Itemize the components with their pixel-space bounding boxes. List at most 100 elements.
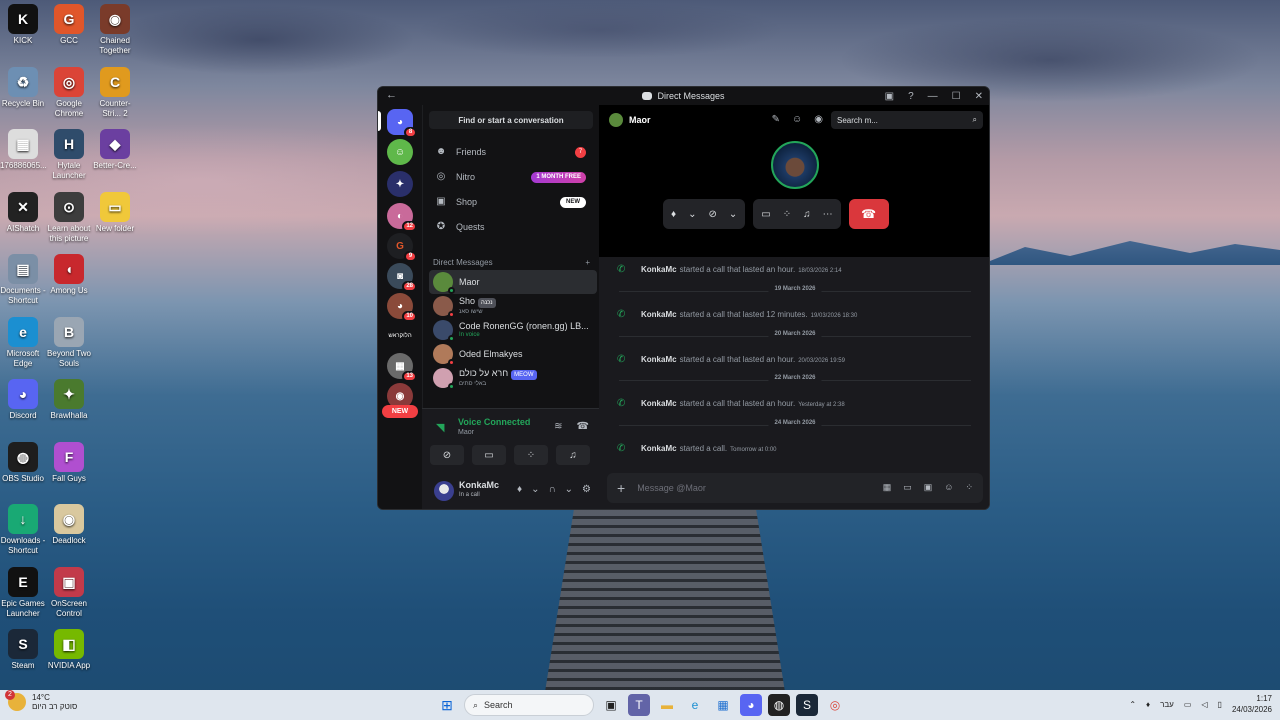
file-explorer-icon[interactable]: ▬	[656, 694, 678, 716]
more-options-icon[interactable]: ⋯	[823, 209, 833, 220]
desktop-icon[interactable]: ▭ New folder	[92, 191, 138, 234]
dm-list-item[interactable]: חרא על כולם MEOW באלי סתים	[429, 366, 597, 390]
search-input[interactable]: Search m... ⌕	[831, 111, 983, 129]
desktop-icon[interactable]: ◧ NVIDIA App	[46, 629, 92, 671]
screen-share-icon[interactable]: ▭	[761, 209, 770, 220]
desktop-icon[interactable]: S Steam	[0, 629, 46, 671]
desktop-icon[interactable]: B Beyond Two Souls	[46, 316, 92, 369]
desktop-icon[interactable]: K KICK	[0, 4, 46, 46]
network-icon[interactable]: ▭	[1184, 700, 1192, 709]
close-button[interactable]: ✕	[975, 91, 983, 102]
desktop-icon[interactable]: ↓ Downloads - Shortcut	[0, 504, 46, 556]
desktop-icon[interactable]: ▤ Documents - Shortcut	[0, 254, 46, 306]
activities-button[interactable]: ⁘	[514, 445, 548, 465]
dm-list-item[interactable]: Maor	[429, 270, 597, 294]
avatar[interactable]	[434, 481, 454, 501]
hang-up-button[interactable]: ☎	[848, 199, 889, 229]
edge-icon[interactable]: e	[684, 694, 706, 716]
desktop-icon[interactable]: ✕ AIShatch	[0, 191, 46, 234]
new-unreads-pill[interactable]: NEW	[382, 405, 418, 418]
help-icon[interactable]: ?	[908, 91, 914, 102]
camera-off-button[interactable]: ⊘	[430, 445, 464, 465]
message-author[interactable]: KonkaMc	[641, 444, 677, 453]
desktop-icon[interactable]: ▣ OnScreen Control	[46, 566, 92, 619]
emoji-icon[interactable]: ☺	[944, 482, 953, 493]
desktop-icon[interactable]: ◉ Chained Together	[92, 4, 138, 56]
nav-quests[interactable]: ✪ Quests	[429, 216, 594, 238]
disconnect-icon[interactable]: ☎	[577, 421, 589, 432]
chat-recipient[interactable]: Maor	[629, 115, 651, 125]
desktop-icon[interactable]: C Counter-Stri... 2	[92, 66, 138, 119]
apps-icon[interactable]: ⁘	[965, 482, 973, 493]
desktop-icon[interactable]: e Microsoft Edge	[0, 316, 46, 369]
chevron-down-icon[interactable]: ⌄	[688, 209, 696, 220]
message-author[interactable]: KonkaMc	[641, 399, 677, 408]
desktop-icon[interactable]: ▦ 176886065...	[0, 129, 47, 171]
desktop-icon[interactable]: ♻ Recycle Bin	[0, 66, 46, 109]
server-item[interactable]: ▦ 13	[387, 353, 417, 382]
message-author[interactable]: KonkaMc	[641, 310, 677, 319]
microphone-icon[interactable]: ♦	[671, 209, 676, 220]
gif-icon[interactable]: ▭	[903, 482, 912, 493]
soundboard-icon[interactable]: ♫	[803, 209, 811, 220]
server-item[interactable]: ◐ 12	[387, 203, 417, 232]
camera-off-icon[interactable]: ⊘	[709, 209, 717, 220]
server-item[interactable]: ☺	[387, 139, 413, 165]
nav-nitro[interactable]: ◎ Nitro 1 MONTH FREE	[429, 166, 594, 188]
inbox-icon[interactable]: ▣	[885, 91, 894, 102]
dm-list-item[interactable]: Code RonenGG (ronen.gg) LB... In voice	[429, 318, 597, 342]
minimize-button[interactable]: —	[928, 91, 938, 102]
battery-icon[interactable]: ▯	[1218, 700, 1222, 709]
nav-shop[interactable]: ▣ Shop NEW	[429, 191, 594, 213]
weather-widget[interactable]: 2 14°C סוטק רב היום	[5, 690, 77, 711]
headphones-icon[interactable]: ∩	[548, 484, 555, 495]
voice-status[interactable]: Voice Connected	[458, 417, 530, 427]
server-item[interactable]: ◙ 28	[387, 263, 417, 292]
pin-icon[interactable]: ✎	[772, 114, 780, 125]
desktop-icon[interactable]: ◍ OBS Studio	[0, 441, 46, 484]
noise-suppression-icon[interactable]: ≋	[554, 421, 562, 432]
chevron-up-icon[interactable]: ⌃	[1129, 700, 1136, 709]
language-indicator[interactable]: עבר	[1160, 700, 1174, 709]
chevron-down-icon[interactable]: ⌄	[531, 484, 539, 495]
back-arrow-icon[interactable]: ←	[386, 89, 397, 101]
start-button[interactable]: ⊞	[436, 694, 458, 716]
store-icon[interactable]: ▦	[712, 694, 734, 716]
clock[interactable]: 1:17 24/03/2026	[1232, 693, 1272, 715]
dm-list-item[interactable]: Oded Elmakyes	[429, 342, 597, 366]
desktop-icon[interactable]: G GCC	[46, 4, 92, 46]
task-view-icon[interactable]: ▣	[600, 694, 622, 716]
steam-taskbar-icon[interactable]: S	[796, 694, 818, 716]
desktop-icon[interactable]: E Epic Games Launcher	[0, 566, 46, 619]
desktop-icon[interactable]: ◎ Google Chrome	[46, 66, 92, 119]
desktop-icon[interactable]: ◉ Deadlock	[46, 504, 92, 546]
desktop-icon[interactable]: ◖ Among Us	[46, 254, 92, 296]
message-author[interactable]: KonkaMc	[641, 265, 677, 274]
desktop-icon[interactable]: ⊙ Learn about this picture	[46, 191, 92, 244]
activities-icon[interactable]: ⁘	[783, 209, 791, 220]
avatar[interactable]	[609, 113, 623, 127]
signal-icon[interactable]: ◥	[436, 421, 444, 434]
sticker-icon[interactable]: ▣	[924, 482, 933, 493]
gift-icon[interactable]: ▦	[883, 482, 892, 493]
add-friends-icon[interactable]: ☺	[792, 114, 802, 125]
desktop-icon[interactable]: ◆ Better-Cre...	[92, 129, 138, 171]
taskbar-search[interactable]: ⌕ Search	[464, 694, 594, 716]
maximize-button[interactable]: ☐	[952, 91, 961, 102]
server-item[interactable]: G9	[387, 233, 417, 262]
screen-share-button[interactable]: ▭	[472, 445, 506, 465]
gear-icon[interactable]: ⚙	[582, 484, 591, 495]
server-dm-home[interactable]: ◕ 8	[387, 109, 417, 138]
teams-icon[interactable]: T	[628, 694, 650, 716]
chevron-down-icon[interactable]: ⌄	[565, 484, 573, 495]
find-conversation-button[interactable]: Find or start a conversation	[429, 111, 593, 129]
message-author[interactable]: KonkaMc	[641, 355, 677, 364]
chevron-down-icon[interactable]: ⌄	[729, 209, 737, 220]
microphone-icon[interactable]: ♦	[1146, 700, 1150, 709]
desktop-icon[interactable]: ◕ Discord	[0, 379, 46, 421]
call-participant-avatar[interactable]	[771, 141, 819, 189]
create-dm-plus-icon[interactable]: +	[585, 258, 590, 267]
desktop-icon[interactable]: F Fall Guys	[46, 441, 92, 484]
volume-icon[interactable]: ◁	[1201, 700, 1207, 709]
obs-taskbar-icon[interactable]: ◍	[768, 694, 790, 716]
